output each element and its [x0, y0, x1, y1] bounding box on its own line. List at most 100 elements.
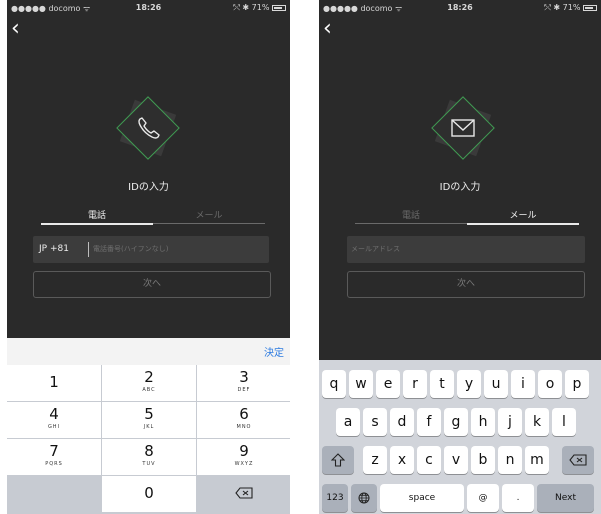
space-key[interactable]: space [380, 484, 464, 512]
key-8[interactable]: 8 TUV [102, 439, 196, 475]
globe-icon [358, 492, 370, 504]
battery-icon [583, 4, 597, 11]
key-d[interactable]: d [390, 408, 414, 436]
key-p[interactable]: p [565, 370, 589, 398]
key-digit: 2 [144, 368, 154, 386]
tab-indicator-active [41, 223, 153, 225]
key-digit: 4 [49, 405, 59, 423]
battery-indicator: ⤲ ✱ 71% [233, 3, 286, 13]
key-o[interactable]: o [538, 370, 562, 398]
dot-key[interactable]: . [502, 484, 534, 512]
key-x[interactable]: x [390, 446, 414, 474]
page-title: IDの入力 [439, 182, 481, 193]
key-a[interactable]: a [336, 408, 360, 436]
backspace-icon [569, 454, 587, 466]
key-5[interactable]: 5 JKL [102, 402, 196, 438]
key-digit: 3 [239, 368, 249, 386]
key-e[interactable]: e [376, 370, 400, 398]
tab-phone[interactable]: 電話 [355, 208, 467, 221]
key-7[interactable]: 7 PQRS [7, 439, 101, 475]
numbers-key[interactable]: 123 [322, 484, 348, 512]
key-letters: DEF [237, 387, 251, 393]
battery-icon [272, 4, 286, 11]
key-digit: 5 [144, 405, 154, 423]
back-button[interactable]: ‹ [323, 18, 343, 40]
key-q[interactable]: q [322, 370, 346, 398]
key-9[interactable]: 9 WXYZ [197, 439, 290, 475]
key-digit: 0 [144, 484, 154, 502]
key-s[interactable]: s [363, 408, 387, 436]
key-letters: JKL [143, 424, 155, 430]
phone-number-field[interactable]: JP +81 電話番号(ハイフンなし) [33, 236, 269, 263]
text-cursor [88, 242, 89, 257]
key-3[interactable]: 3 DEF [197, 365, 290, 401]
key-l[interactable]: l [552, 408, 576, 436]
key-digit: 7 [49, 442, 59, 460]
at-key[interactable]: @ [467, 484, 499, 512]
battery-indicator: ⤲ ✱ 71% [544, 3, 597, 13]
key-digit: 8 [144, 442, 154, 460]
key-letters: WXYZ [234, 461, 254, 467]
key-digit: 1 [49, 373, 59, 391]
done-button[interactable]: 決定 [264, 344, 284, 359]
key-k[interactable]: k [525, 408, 549, 436]
shift-key[interactable] [322, 446, 354, 474]
key-letters: GHI [47, 424, 61, 430]
key-h[interactable]: h [471, 408, 495, 436]
key-digit: 9 [239, 442, 249, 460]
tab-indicator-inactive [355, 223, 467, 224]
next-button[interactable]: 次へ [347, 271, 585, 298]
tab-mail[interactable]: メール [467, 208, 579, 221]
key-digit: 6 [239, 405, 249, 423]
key-j[interactable]: j [498, 408, 522, 436]
key-4[interactable]: 4 GHI [7, 402, 101, 438]
key-1[interactable]: 1 [7, 365, 101, 401]
back-button[interactable]: ‹ [11, 18, 31, 40]
key-r[interactable]: r [403, 370, 427, 398]
mail-logo [427, 92, 499, 164]
key-v[interactable]: v [444, 446, 468, 474]
battery-label: ⤲ ✱ 71% [544, 3, 581, 12]
key-y[interactable]: y [457, 370, 481, 398]
key-0[interactable]: 0 [102, 476, 196, 512]
phone-diamond-icon [116, 96, 180, 160]
key-z[interactable]: z [363, 446, 387, 474]
qwerty-keyboard: q w e r t y u i o p a s d f g h j k l z … [319, 360, 601, 514]
status-bar: ●●●●● docomo ᯤ 18:26 ⤲ ✱ 71% [319, 0, 601, 16]
key-6[interactable]: 6 MNO [197, 402, 290, 438]
next-key[interactable]: Next [537, 484, 594, 512]
numeric-keypad: 1 2 ABC 3 DEF 4 GHI 5 JKL 6 MNO 7 PQRS 8… [7, 365, 290, 514]
mail-diamond-icon [431, 96, 495, 160]
phone-number-placeholder: 電話番号(ハイフンなし) [93, 245, 169, 253]
key-w[interactable]: w [349, 370, 373, 398]
key-f[interactable]: f [417, 408, 441, 436]
delete-key[interactable] [197, 476, 290, 512]
key-letters: MNO [236, 424, 252, 430]
key-2[interactable]: 2 ABC [102, 365, 196, 401]
key-b[interactable]: b [471, 446, 495, 474]
tab-indicator-active [467, 223, 579, 225]
numpad-accessory-bar: 決定 [7, 338, 290, 365]
key-u[interactable]: u [484, 370, 508, 398]
key-t[interactable]: t [430, 370, 454, 398]
delete-key[interactable] [562, 446, 594, 474]
mail-entry-screen: ●●●●● docomo ᯤ 18:26 ⤲ ✱ 71% ‹ IDの入力 電話 … [319, 0, 601, 514]
shift-arrow-icon [330, 453, 346, 467]
battery-label: ⤲ ✱ 71% [233, 3, 270, 12]
key-letters: TUV [142, 461, 156, 467]
next-button[interactable]: 次へ [33, 271, 271, 298]
key-c[interactable]: c [417, 446, 441, 474]
country-code-selector[interactable]: JP +81 [33, 236, 87, 263]
tab-phone[interactable]: 電話 [41, 208, 153, 221]
tab-mail[interactable]: メール [153, 208, 265, 221]
key-i[interactable]: i [511, 370, 535, 398]
backspace-icon [235, 487, 253, 499]
email-field[interactable]: メールアドレス [347, 236, 585, 263]
key-letters: PQRS [45, 461, 63, 467]
globe-key[interactable] [351, 484, 377, 512]
key-m[interactable]: m [525, 446, 549, 474]
key-g[interactable]: g [444, 408, 468, 436]
page-title: IDの入力 [128, 182, 169, 193]
phone-entry-screen: ●●●●● docomo ᯤ 18:26 ⤲ ✱ 71% ‹ IDの入力 電話 … [7, 0, 290, 514]
key-n[interactable]: n [498, 446, 522, 474]
